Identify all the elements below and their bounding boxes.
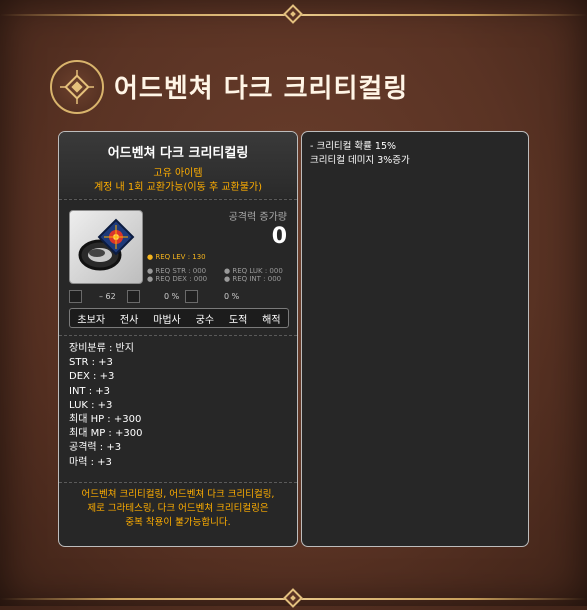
divider: [59, 199, 297, 201]
effect-panel: - 크리티컬 확률 15% 크리티컬 데미지 3%증가: [301, 131, 529, 547]
job-pirate: 해적: [262, 314, 281, 326]
stat-line: 공격력 : +3: [69, 442, 122, 454]
attack-increase-label: 공격력 증가량: [228, 212, 287, 223]
attack-increase-value: 0: [271, 224, 287, 249]
job-archer: 궁수: [195, 314, 215, 326]
required-int: ● REQ INT : 000: [224, 275, 282, 283]
description-line: 중복 착용이 불가능합니다.: [125, 517, 231, 528]
small-stat-2: 0 %: [164, 292, 180, 301]
bottom-diamond-ornament: [283, 588, 303, 608]
small-stat-3: 0 %: [224, 292, 240, 301]
shield-icon: [185, 290, 198, 303]
item-stats: 장비분류 : 반지 STR : +3 DEX : +3 INT : +3 LUK…: [69, 342, 142, 470]
divider: [59, 335, 297, 337]
scroll-icon: [127, 290, 140, 303]
description-line: 어드벤쳐 크리티컬링, 어드벤쳐 다크 크리티컬링,: [81, 489, 275, 500]
item-tooltip: 어드벤쳐 다크 크리티컬링 고유 아이템 계정 내 1회 교환가능(이동 후 교…: [58, 131, 298, 547]
stat-line: DEX : +3: [69, 371, 115, 383]
job-warrior: 전사: [119, 314, 139, 326]
page-frame: 어드벤쳐 다크 크리티컬링 어드벤쳐 다크 크리티컬링 고유 아이템 계정 내 …: [0, 0, 587, 610]
job-thief: 도적: [228, 314, 248, 326]
stat-line: 최대 MP : +300: [69, 428, 143, 440]
item-name: 어드벤쳐 다크 크리티컬링: [107, 146, 249, 161]
ring-emblem-icon: [50, 60, 104, 114]
job-magician: 마법사: [153, 314, 181, 326]
required-luk: ● REQ LUK : 000: [224, 267, 283, 275]
divider: [59, 482, 297, 484]
top-diamond-ornament: [283, 4, 303, 24]
page-title: 어드벤쳐 다크 크리티컬링: [114, 74, 409, 104]
item-icon-box: [69, 210, 143, 284]
small-stat-1: – 62: [99, 292, 116, 301]
effect-line: 크리티컬 데미지 3%증가: [310, 155, 410, 166]
required-level: ● REQ LEV : 130: [147, 253, 206, 261]
required-str: ● REQ STR : 000: [147, 267, 207, 275]
stat-line: INT : +3: [69, 385, 111, 397]
stat-line: 장비분류 : 반지: [69, 343, 134, 354]
stat-line: STR : +3: [69, 357, 113, 369]
item-description: 어드벤쳐 크리티컬링, 어드벤쳐 다크 크리티컬링, 제로 그라테스링, 다크 …: [67, 488, 289, 530]
stat-line: 마력 : +3: [69, 456, 112, 468]
job-beginner: 초보자: [77, 314, 106, 326]
required-dex: ● REQ DEX : 000: [147, 275, 208, 283]
item-grade: 고유 아이템: [153, 168, 203, 179]
job-requirements: 초보자 전사 마법사 궁수 도적 해적: [69, 308, 289, 328]
ring-icon: [78, 218, 135, 271]
stat-line: 최대 HP : +300: [69, 414, 142, 426]
description-line: 제로 그라테스링, 다크 어드벤쳐 크리티컬링은: [87, 503, 269, 514]
item-trade-info: 계정 내 1회 교환가능(이동 후 교환불가): [93, 182, 263, 193]
stat-line: LUK : +3: [69, 399, 113, 411]
gear-icon: [69, 290, 82, 303]
effect-line: - 크리티컬 확률 15%: [310, 141, 397, 152]
